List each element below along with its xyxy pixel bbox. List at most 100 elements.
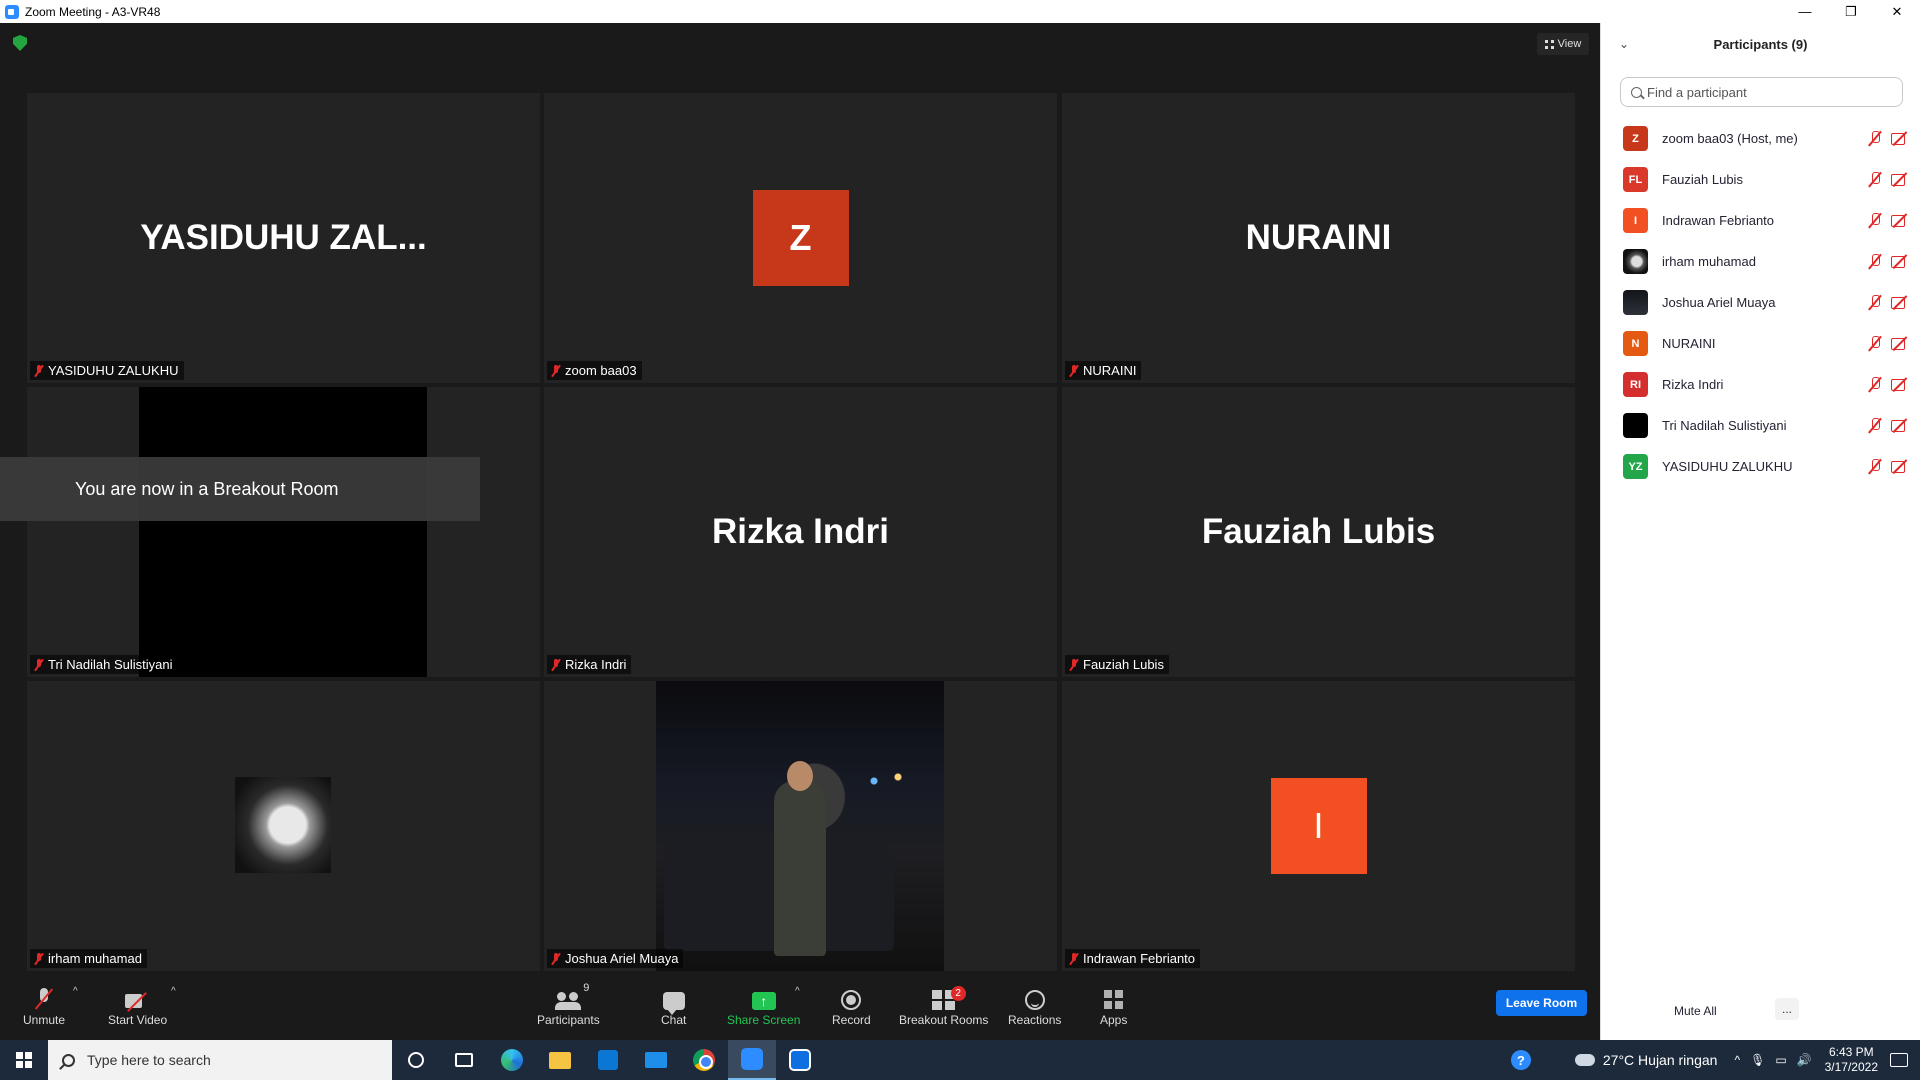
more-options-button[interactable]: ... bbox=[1775, 998, 1799, 1020]
participant-row[interactable]: irham muhamad bbox=[1601, 241, 1920, 282]
taskbar-search-placeholder: Type here to search bbox=[87, 1052, 211, 1068]
tile-display-name: Fauziah Lubis bbox=[1201, 512, 1436, 551]
participant-row[interactable]: Z zoom baa03 (Host, me) bbox=[1601, 118, 1920, 159]
store-taskbar-button[interactable] bbox=[584, 1040, 632, 1080]
video-tile-rizka-indri[interactable]: Rizka Indri Rizka Indri bbox=[544, 387, 1057, 677]
tile-name-label: Indrawan Febrianto bbox=[1065, 949, 1201, 968]
camera-off-icon bbox=[1891, 295, 1909, 310]
unmute-button[interactable]: Unmute bbox=[23, 984, 65, 1027]
participant-row[interactable]: I Indrawan Febrianto bbox=[1601, 200, 1920, 241]
reactions-label: Reactions bbox=[1008, 1013, 1062, 1027]
tile-name-label: Fauziah Lubis bbox=[1065, 655, 1169, 674]
view-button[interactable]: View bbox=[1537, 33, 1589, 55]
teamviewer-taskbar-button[interactable] bbox=[776, 1040, 824, 1080]
participant-name: Fauziah Lubis bbox=[1662, 172, 1743, 187]
share-screen-button[interactable]: ↑ Share Screen bbox=[727, 984, 800, 1027]
video-options-caret[interactable]: ^ bbox=[171, 986, 176, 997]
participant-row[interactable]: N NURAINI bbox=[1601, 323, 1920, 364]
leave-room-button[interactable]: Leave Room bbox=[1496, 990, 1587, 1016]
apps-button[interactable]: Apps bbox=[1100, 984, 1127, 1027]
video-tile-tri-nadilah[interactable]: Tri Nadilah Sulistiyani bbox=[27, 387, 540, 677]
record-button[interactable]: Record bbox=[832, 984, 871, 1027]
restore-button[interactable]: ❐ bbox=[1828, 0, 1874, 23]
mail-taskbar-button[interactable] bbox=[632, 1040, 680, 1080]
video-tile-irham-muhamad[interactable]: irham muhamad bbox=[27, 681, 540, 971]
file-explorer-taskbar-button[interactable] bbox=[536, 1040, 584, 1080]
video-tile-fauziah-lubis[interactable]: Fauziah Lubis Fauziah Lubis bbox=[1062, 387, 1575, 677]
participants-icon bbox=[555, 992, 582, 1010]
weather-text[interactable]: 27°C Hujan ringan bbox=[1603, 1052, 1718, 1068]
zoom-taskbar-button[interactable] bbox=[728, 1040, 776, 1080]
participant-name: YASIDUHU ZALUKHU bbox=[1662, 459, 1793, 474]
camera-off-icon bbox=[1891, 418, 1909, 433]
notification-center-icon[interactable] bbox=[1890, 1053, 1908, 1067]
mic-muted-icon bbox=[1869, 131, 1881, 146]
taskbar-search-box[interactable]: Type here to search bbox=[48, 1040, 392, 1080]
mic-muted-icon bbox=[551, 952, 561, 965]
edge-taskbar-button[interactable] bbox=[488, 1040, 536, 1080]
participant-row[interactable]: Tri Nadilah Sulistiyani bbox=[1601, 405, 1920, 446]
chat-label: Chat bbox=[661, 1013, 687, 1027]
volume-icon[interactable]: 🔊 bbox=[1797, 1053, 1812, 1067]
record-label: Record bbox=[832, 1013, 871, 1027]
view-label: View bbox=[1557, 38, 1582, 50]
start-button[interactable] bbox=[0, 1040, 48, 1080]
start-video-button[interactable]: Start Video bbox=[108, 984, 167, 1027]
tile-name-label: irham muhamad bbox=[30, 949, 147, 968]
windows-taskbar: Type here to search ? 27°C Hujan ringan … bbox=[0, 1040, 1920, 1080]
participant-name: Indrawan Febrianto bbox=[1662, 213, 1775, 228]
person-shape bbox=[774, 781, 826, 956]
smiley-icon bbox=[1024, 990, 1045, 1010]
mic-muted-icon bbox=[1869, 172, 1881, 187]
share-options-caret[interactable]: ^ bbox=[795, 986, 800, 997]
tray-overflow-chevron[interactable]: ^ bbox=[1734, 1053, 1740, 1067]
security-shield-icon[interactable] bbox=[13, 35, 27, 51]
breakout-rooms-label: Breakout Rooms bbox=[899, 1013, 989, 1027]
tile-display-name: NURAINI bbox=[1245, 218, 1392, 257]
close-button[interactable]: ✕ bbox=[1874, 0, 1920, 23]
camera-off-icon bbox=[1891, 377, 1909, 392]
chrome-taskbar-button[interactable] bbox=[680, 1040, 728, 1080]
help-icon[interactable]: ? bbox=[1510, 1050, 1531, 1070]
task-view-button[interactable] bbox=[440, 1040, 488, 1080]
participants-button[interactable]: 9 Participants bbox=[537, 982, 600, 1027]
breakout-rooms-button[interactable]: 2 Breakout Rooms bbox=[899, 984, 988, 1027]
person-head bbox=[787, 761, 813, 791]
taskbar-clock[interactable]: 6:43 PM 3/17/2022 bbox=[1825, 1045, 1878, 1075]
meeting-area: View YASIDUHU ZAL... YASIDUHU ZALUKHU Z … bbox=[0, 23, 1600, 1040]
camera-off-icon bbox=[1891, 172, 1909, 187]
mic-muted-icon bbox=[1869, 213, 1881, 228]
mic-muted-icon bbox=[37, 988, 51, 1010]
chat-button[interactable]: Chat bbox=[661, 984, 686, 1027]
microphone-icon[interactable]: 🎙 bbox=[1750, 1053, 1765, 1067]
audio-options-caret[interactable]: ^ bbox=[73, 986, 78, 997]
participant-list: Z zoom baa03 (Host, me) FL Fauziah Lubis… bbox=[1601, 118, 1920, 487]
mic-muted-icon bbox=[551, 364, 561, 377]
mic-muted-icon bbox=[34, 658, 44, 671]
mail-icon bbox=[645, 1052, 667, 1068]
video-tile-indrawan-febrianto[interactable]: I Indrawan Febrianto bbox=[1062, 681, 1575, 971]
participant-row[interactable]: YZ YASIDUHU ZALUKHU bbox=[1601, 446, 1920, 487]
video-tile-nuraini[interactable]: NURAINI NURAINI bbox=[1062, 93, 1575, 383]
minimize-button[interactable]: — bbox=[1782, 0, 1828, 23]
participant-search-input[interactable]: Find a participant bbox=[1620, 77, 1903, 107]
participant-row[interactable]: FL Fauziah Lubis bbox=[1601, 159, 1920, 200]
video-tile-zoom-baa03[interactable]: Z zoom baa03 bbox=[544, 93, 1057, 383]
task-view-icon bbox=[455, 1053, 473, 1067]
tile-name: Rizka Indri bbox=[565, 657, 627, 672]
network-icon[interactable]: ▭ bbox=[1775, 1053, 1786, 1067]
video-tile-yasiduhu[interactable]: YASIDUHU ZAL... YASIDUHU ZALUKHU bbox=[27, 93, 540, 383]
grid-icon bbox=[1544, 39, 1554, 49]
mic-muted-icon bbox=[1869, 418, 1881, 433]
reactions-button[interactable]: Reactions bbox=[1008, 984, 1061, 1027]
video-tile-joshua-ariel-muaya[interactable]: Joshua Ariel Muaya bbox=[544, 681, 1057, 971]
cortana-icon bbox=[408, 1052, 424, 1068]
cortana-button[interactable] bbox=[392, 1040, 440, 1080]
tile-name-label: Rizka Indri bbox=[547, 655, 632, 674]
tile-name: irham muhamad bbox=[48, 951, 142, 966]
tile-name: Joshua Ariel Muaya bbox=[565, 951, 679, 966]
participant-row[interactable]: RI Rizka Indri bbox=[1601, 364, 1920, 405]
participant-row[interactable]: Joshua Ariel Muaya bbox=[1601, 282, 1920, 323]
participants-count: 9 bbox=[583, 982, 590, 994]
mute-all-button[interactable]: Mute All bbox=[1668, 1000, 1723, 1022]
